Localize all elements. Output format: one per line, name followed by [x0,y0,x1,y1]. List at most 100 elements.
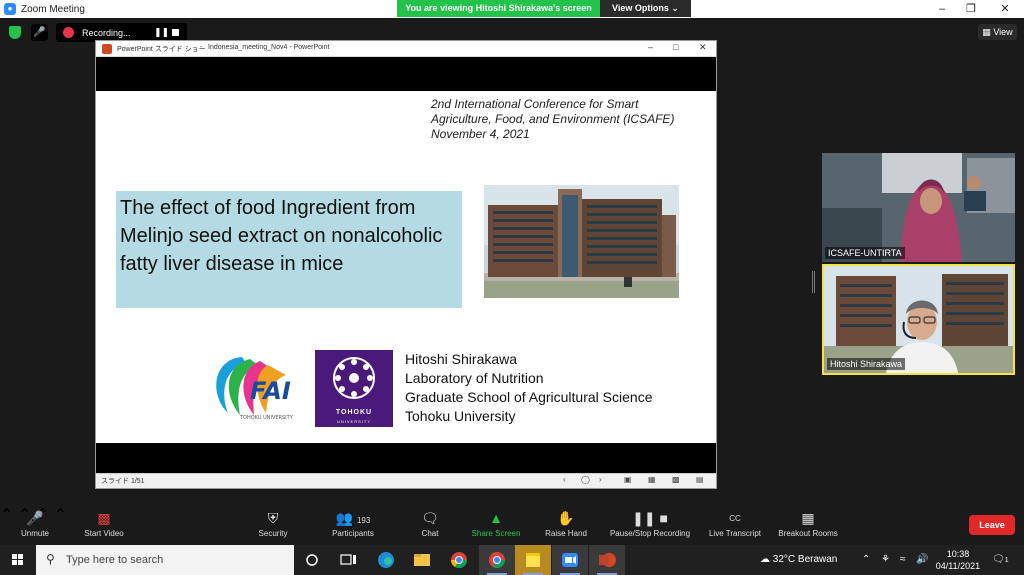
zoom-logo-icon: ● [4,3,16,15]
muted-mic-icon: 🎤 [31,24,48,41]
view-layout-button[interactable]: ▦ View [978,24,1017,40]
unmute-button[interactable]: 🎤 Unmute [12,505,58,545]
slide-sorter-button[interactable]: ◯ [581,475,590,484]
task-view-button[interactable] [330,545,366,575]
raise-hand-icon: ✋ [557,510,575,526]
slide-counter: スライド 1/51 [101,478,145,485]
university-building-photo [484,185,679,298]
maximize-button[interactable]: ❐ [956,0,986,18]
chrome-profile-icon[interactable] [479,545,515,575]
screen-share-banner: You are viewing Hitoshi Shirakawa's scre… [397,0,600,17]
share-screen-arrow-icon: ▲ [489,510,503,526]
file-explorer-icon[interactable] [404,545,440,575]
powerpoint-taskbar-icon[interactable] [589,545,625,575]
wifi-icon[interactable]: ≈ [900,545,906,575]
clock-time: 10:38 [946,549,970,559]
encryption-shield-icon[interactable] [9,26,21,39]
chat-bubble-icon: 🗨 [421,510,439,526]
leave-meeting-button[interactable]: Leave [969,515,1015,535]
author-name: Hitoshi Shirakawa [405,351,518,367]
previous-slide-button[interactable]: ‹ [563,475,566,484]
conference-line-1: 2nd International Conference for Smart [431,97,639,111]
weather-widget[interactable]: ☁ 32°C Berawan [760,545,837,575]
normal-view-icon[interactable]: ▣ [624,475,632,484]
pause-stop-recording-button[interactable]: ❚❚ ■ Pause/Stop Recording [604,505,696,545]
window-title: Zoom Meeting [21,3,85,15]
ppt-title-separator: - [200,44,203,51]
tohoku-university-logo: TOHOKU UNIVERSITY [315,350,393,427]
view-options-button[interactable]: View Options ⌄ [600,0,691,17]
chrome-icon[interactable] [441,545,477,575]
cortana-button[interactable] [294,545,330,575]
ppt-title-file: Indonesia_meeting_Nov4 - PowerPoint [208,44,330,51]
minimize-button[interactable]: – [927,0,957,18]
video-tile-hitoshi[interactable]: Hitoshi Shirakawa [822,264,1015,375]
windows-taskbar: ⚲ Type here to search ☁ 32°C Berawan ⌃ ⚘… [0,545,1024,575]
pause-recording-icon[interactable]: ❚❚ [154,27,169,38]
zoom-taskbar-icon[interactable] [552,545,588,575]
video-tile-icsafe[interactable]: ICSAFE-UNTIRTA [822,153,1015,262]
notification-center-icon[interactable]: 🗨1 [992,545,1009,575]
reading-view-icon[interactable]: ▩ [672,475,680,484]
ppt-title-app: PowerPoint スライド ショー [117,46,206,53]
participant-name-icsafe: ICSAFE-UNTIRTA [825,247,905,259]
ppt-minimize-button[interactable]: – [648,42,653,52]
conference-line-2: Agriculture, Food, and Environment (ICSA… [431,112,675,126]
slide-title: The effect of food Ingredient from Melin… [120,197,443,275]
ppt-close-button[interactable]: ✕ [699,42,707,53]
breakout-rooms-button[interactable]: ▦ Breakout Rooms [774,505,842,545]
recording-label: Recording... [82,27,131,38]
share-screen-button[interactable]: ▲ Share Screen [468,505,524,545]
author-info: Hitoshi Shirakawa Laboratory of Nutritio… [405,350,652,426]
pause-stop-label: Pause/Stop Recording [609,529,691,538]
pause-stop-icon: ❚❚ ■ [632,510,668,526]
start-video-button[interactable]: ▩ Start Video [76,505,132,545]
author-school: Graduate School of Agricultural Science [405,389,653,405]
breakout-grid-icon: ▦ [801,510,815,526]
raise-hand-button[interactable]: ✋ Raise Hand [542,505,590,545]
weather-text: 32°C Berawan [772,554,838,565]
share-screen-label: Share Screen [471,529,521,538]
stop-recording-icon[interactable] [172,29,179,36]
live-transcript-label: Live Transcript [708,529,762,538]
notification-count: 1 [1004,557,1009,564]
slide: 2nd International Conference for Smart A… [96,91,716,443]
chat-label: Chat [421,529,439,538]
powerpoint-logo-icon [102,44,112,54]
sticky-notes-icon[interactable] [515,545,551,575]
cloud-weather-icon: ☁ [760,554,770,565]
live-transcript-button[interactable]: CC Live Transcript [705,505,765,545]
security-button[interactable]: ⛨ Security [253,505,293,545]
taskbar-search[interactable]: ⚲ Type here to search [36,545,294,575]
close-button[interactable]: ✕ [990,0,1020,18]
taskbar-clock[interactable]: 10:38 04/11/2021 [934,548,982,572]
search-icon: ⚲ [46,552,55,566]
slideshow-view-icon[interactable]: ▤ [696,475,704,484]
fai-logo-subtext: TOHOKU UNIVERSITY [239,415,294,421]
muted-microphone-icon: 🎤 [26,510,44,526]
windows-logo-icon [12,554,23,565]
chat-button[interactable]: 🗨 Chat [413,505,447,545]
edge-browser-icon[interactable] [368,545,404,575]
ppt-maximize-button[interactable]: □ [673,42,678,52]
breakout-label: Breakout Rooms [778,529,838,538]
fai-logo-text: FAI [250,377,291,405]
start-video-label: Start Video [84,529,124,538]
start-button[interactable] [0,545,36,575]
volume-icon[interactable]: 🔊 [916,545,928,575]
gallery-splitter-handle[interactable] [812,271,815,293]
conference-date: November 4, 2021 [431,127,530,141]
sorter-view-icon[interactable]: ▦ [648,475,656,484]
participants-button[interactable]: 👥 193 Participants [325,505,381,545]
show-hidden-icons-caret[interactable]: ⌃ [862,545,870,575]
cc-icon: CC [729,514,741,523]
author-university: Tohoku University [405,408,516,424]
conference-info: 2nd International Conference for Smart A… [431,97,674,142]
network-tray-icon[interactable]: ⚘ [881,545,890,575]
next-slide-button[interactable]: › [599,475,602,484]
powerpoint-statusbar: スライド 1/51 ‹ ◯ › ▣ ▦ ▩ ▤ [96,473,716,488]
raise-hand-label: Raise Hand [545,529,587,538]
cloud-recording-icon [63,27,74,38]
participant-name-hitoshi: Hitoshi Shirakawa [827,358,906,370]
unmute-label: Unmute [20,529,49,538]
